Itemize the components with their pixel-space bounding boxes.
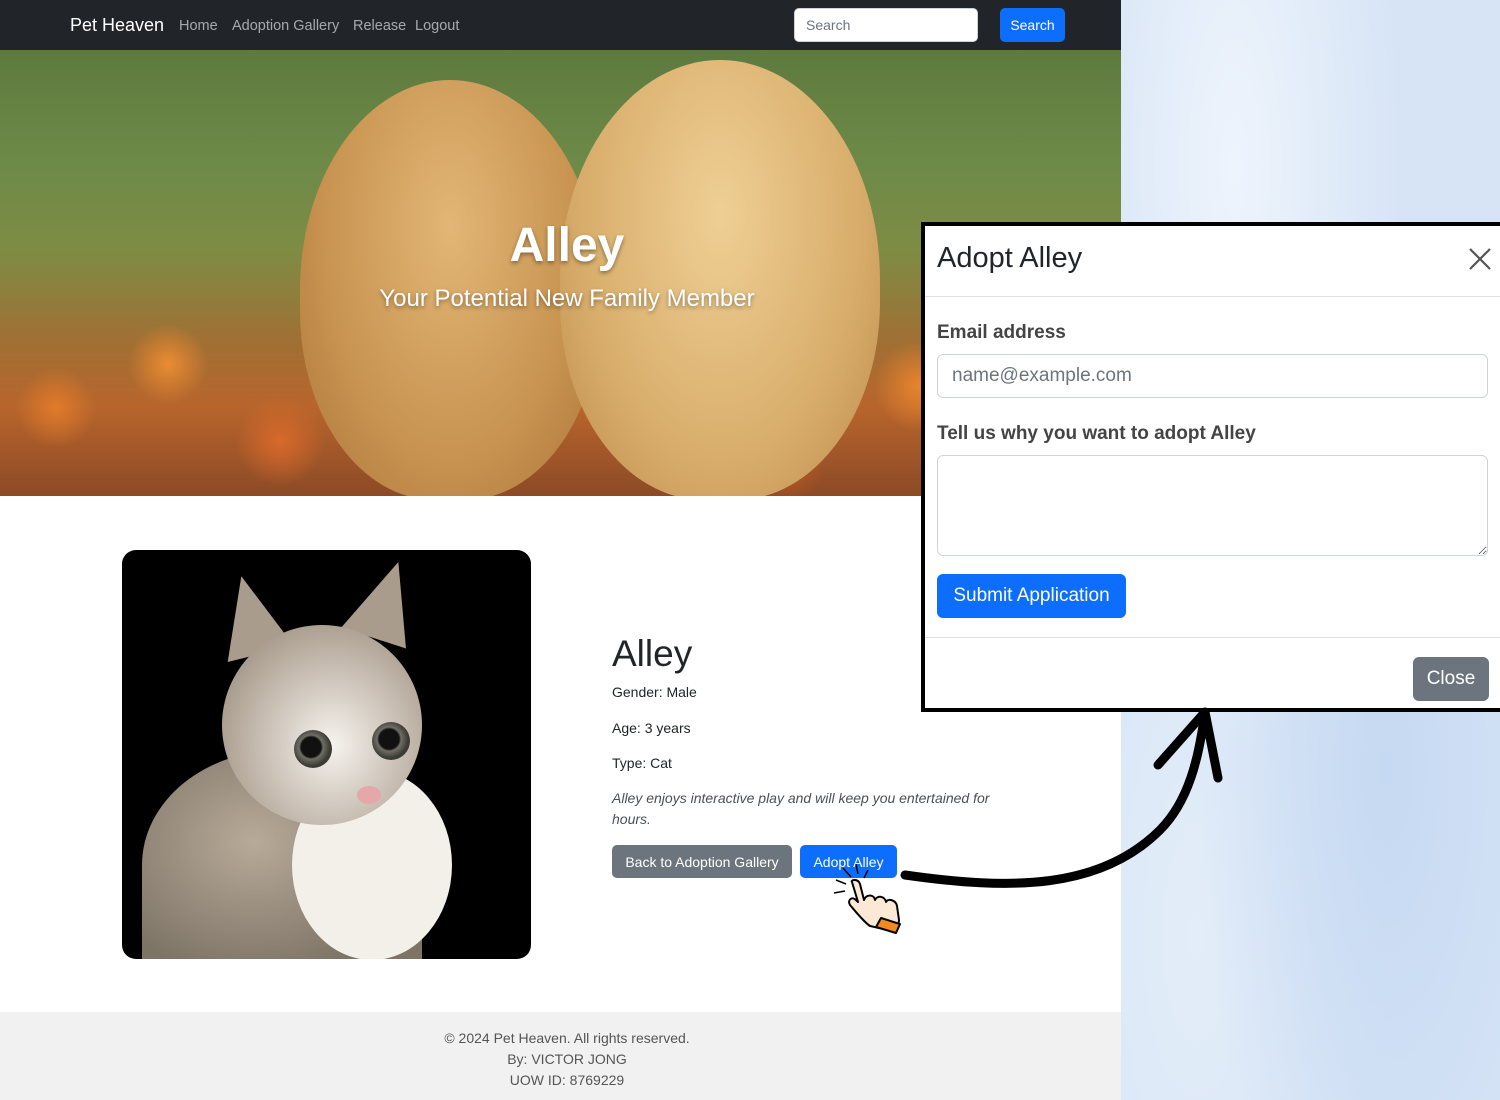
- footer-author: By: VICTOR JONG: [507, 1051, 627, 1067]
- puppy-right: [560, 60, 880, 496]
- footer-uow-id: UOW ID: 8769229: [509, 1072, 625, 1088]
- brand-logo[interactable]: Pet Heaven: [70, 15, 164, 36]
- navbar: Pet Heaven Home Adoption Gallery Release…: [0, 0, 1121, 50]
- search-input[interactable]: [794, 8, 978, 42]
- close-icon[interactable]: [1467, 246, 1493, 272]
- email-field[interactable]: [937, 354, 1488, 398]
- email-label: Email address: [937, 322, 1066, 343]
- modal-header-divider: [925, 296, 1500, 297]
- footer-copyright: © 2024 Pet Heaven. All rights reserved.: [444, 1030, 690, 1046]
- nav-link-adoption-gallery[interactable]: Adoption Gallery: [232, 18, 339, 34]
- nav-link-release[interactable]: Release: [353, 18, 406, 34]
- footer: © 2024 Pet Heaven. All rights reserved. …: [0, 1012, 1121, 1100]
- nav-link-home[interactable]: Home: [179, 18, 218, 34]
- reason-textarea[interactable]: [937, 455, 1488, 556]
- pet-type: Type: Cat: [612, 755, 672, 771]
- pet-age: Age: 3 years: [612, 720, 691, 736]
- cat-eye: [294, 730, 332, 768]
- cat-eye: [372, 722, 410, 760]
- close-button[interactable]: Close: [1413, 657, 1489, 701]
- submit-application-button[interactable]: Submit Application: [937, 574, 1126, 618]
- back-to-gallery-button[interactable]: Back to Adoption Gallery: [612, 845, 792, 878]
- pet-gender: Gender: Male: [612, 684, 697, 700]
- reason-label: Tell us why you want to adopt Alley: [937, 423, 1256, 444]
- pet-name: Alley: [612, 633, 693, 674]
- cat-nose: [357, 786, 381, 804]
- modal-footer-divider: [925, 637, 1500, 638]
- pet-description: Alley enjoys interactive play and will k…: [612, 790, 990, 827]
- adopt-modal: Adopt Alley Email address Tell us why yo…: [921, 222, 1500, 712]
- adopt-button[interactable]: Adopt Alley: [800, 845, 897, 878]
- search-button[interactable]: Search: [1000, 8, 1065, 42]
- modal-title: Adopt Alley: [937, 242, 1083, 274]
- pet-photo: [122, 550, 531, 959]
- nav-link-logout[interactable]: Logout: [415, 18, 459, 34]
